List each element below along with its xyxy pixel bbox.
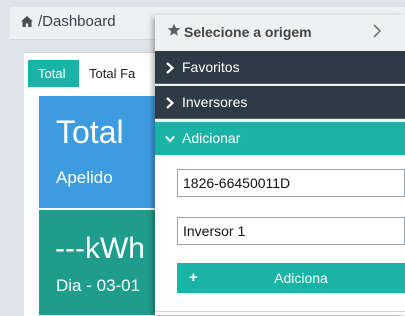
chevron-right-icon[interactable] [372, 24, 382, 38]
menu-item-label: Favoritos [182, 59, 240, 75]
breadcrumb[interactable]: /Dashboard [20, 13, 116, 30]
menu-item-label: Adicionar [182, 130, 241, 146]
energy-date: Dia - 03-01 [56, 276, 141, 295]
energy-value: ---kWh [55, 232, 145, 265]
chevron-right-icon [166, 62, 175, 74]
menu-item-adicionar[interactable]: Adicionar [155, 122, 405, 155]
tab-total[interactable]: Total [28, 60, 79, 87]
add-form: + Adiciona [155, 155, 405, 315]
source-selector-header[interactable]: Selecione a origem [155, 15, 405, 48]
add-button-label: Adiciona [274, 270, 328, 286]
breadcrumb-label: /Dashboard [38, 13, 116, 30]
add-button[interactable]: + Adiciona [177, 263, 405, 293]
chevron-down-icon [165, 135, 175, 143]
star-icon [167, 23, 181, 36]
source-selector-dropdown: Selecione a origem Favoritos Inversores … [155, 15, 405, 315]
inverter-name-input[interactable] [177, 217, 405, 245]
serial-number-input[interactable] [177, 169, 405, 197]
menu-item-inversores[interactable]: Inversores [155, 86, 405, 119]
menu-item-favoritos[interactable]: Favoritos [155, 51, 405, 84]
menu-item-label: Inversores [182, 94, 248, 110]
source-selector-title: Selecione a origem [184, 24, 312, 40]
summary-title: Total [56, 114, 124, 150]
chevron-right-icon [166, 97, 175, 109]
summary-subtitle: Apelido [56, 168, 113, 187]
home-icon [21, 16, 33, 27]
divider [155, 311, 405, 312]
